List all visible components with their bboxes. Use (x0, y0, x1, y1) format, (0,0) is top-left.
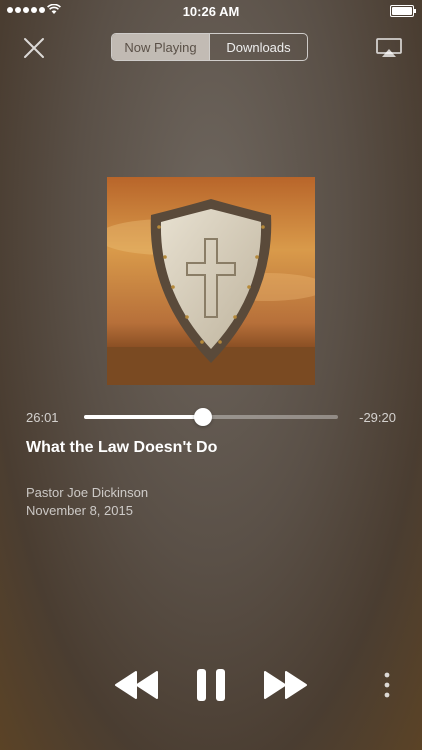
pause-icon (197, 669, 225, 701)
progress-slider[interactable] (84, 408, 338, 426)
track-title: What the Law Doesn't Do (26, 439, 218, 456)
speaker-name: Pastor Joe Dickinson (26, 485, 149, 500)
close-icon (24, 38, 44, 58)
tab-now-playing[interactable]: Now Playing (112, 34, 209, 60)
close-button[interactable] (22, 36, 46, 60)
status-time: 10:26 AM (182, 4, 240, 19)
airplay-button[interactable] (376, 38, 402, 58)
fast-forward-icon (264, 671, 307, 699)
album-artwork (107, 177, 315, 385)
progress-fill (84, 415, 204, 419)
fast-forward-button[interactable] (262, 670, 308, 700)
tab-downloads[interactable]: Downloads (209, 34, 307, 60)
elapsed-time: 26:01 (26, 410, 59, 425)
airplay-icon (376, 38, 402, 57)
view-segmented-control: Now Playing Downloads (111, 33, 308, 61)
status-bar: 10:26 AM (0, 0, 422, 22)
pause-button[interactable] (195, 668, 227, 702)
battery-icon (390, 5, 416, 17)
rewind-button[interactable] (114, 670, 160, 700)
progress-thumb[interactable] (194, 408, 213, 426)
remaining-time: -29:20 (359, 410, 396, 425)
more-options-button[interactable] (382, 672, 392, 698)
rewind-icon (115, 671, 158, 699)
sermon-date: November 8, 2015 (26, 503, 133, 518)
more-vertical-icon (384, 672, 390, 698)
